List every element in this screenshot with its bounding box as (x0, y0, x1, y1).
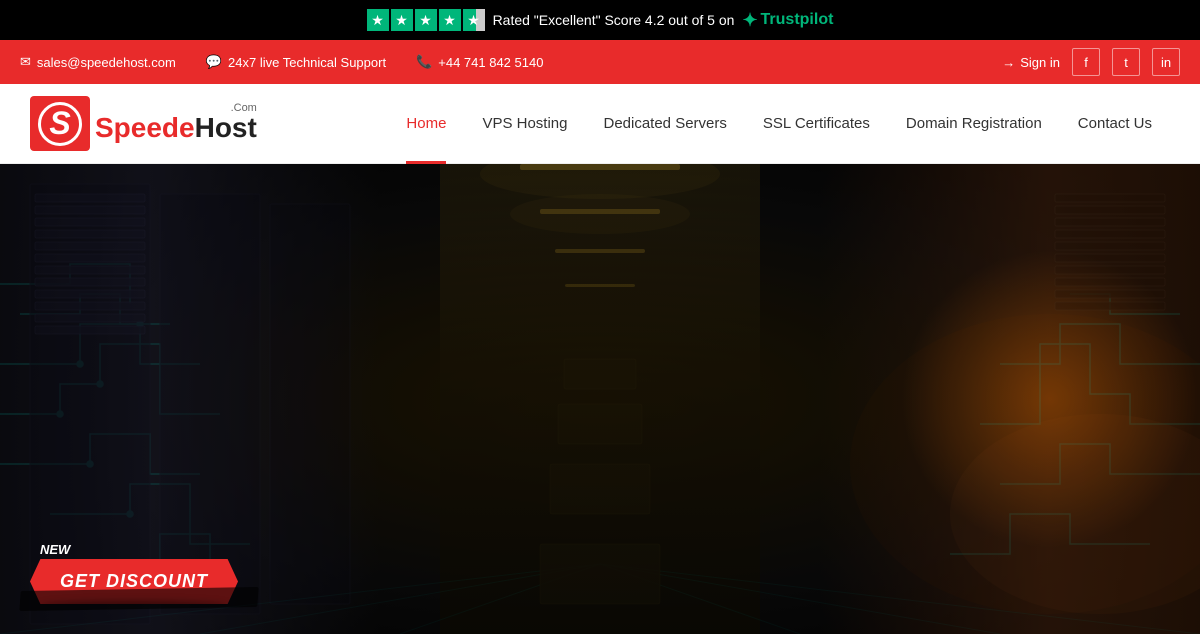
sign-in-icon: → (1002, 55, 1015, 70)
sign-in-link[interactable]: → Sign in (1002, 55, 1060, 70)
phone-number: +44 741 842 5140 (438, 55, 543, 70)
nav-dedicated-servers[interactable]: Dedicated Servers (585, 84, 744, 164)
logo-s-letter: S (38, 102, 82, 146)
nav-ssl-certificates[interactable]: SSL Certificates (745, 84, 888, 164)
new-label: NEW (40, 542, 238, 557)
discount-badge[interactable]: NEW GET DISCOUNT (30, 542, 238, 604)
contact-left: ✉ sales@speedehost.com 💬 24x7 live Techn… (20, 54, 543, 70)
star-3: ★ (415, 9, 437, 31)
star-5-half: ★ (463, 9, 485, 31)
contact-right: → Sign in f t in (1002, 48, 1180, 76)
twitter-icon[interactable]: t (1112, 48, 1140, 76)
logo-text: .Com SpeedeHost (95, 105, 257, 142)
trustpilot-icon: ✦ (742, 10, 757, 31)
nav-home[interactable]: Home (388, 84, 464, 164)
star-4: ★ (439, 9, 461, 31)
brush-stroke-decoration (19, 587, 258, 611)
nav-vps-hosting[interactable]: VPS Hosting (464, 84, 585, 164)
hero-section: NEW GET DISCOUNT (0, 164, 1200, 634)
logo[interactable]: S .Com SpeedeHost (30, 96, 257, 151)
star-2: ★ (391, 9, 413, 31)
rating-text: Rated "Excellent" Score 4.2 out of 5 on (493, 12, 735, 28)
instagram-icon[interactable]: in (1152, 48, 1180, 76)
support-contact: 💬 24x7 live Technical Support (206, 54, 386, 70)
nav-contact-us[interactable]: Contact Us (1060, 84, 1170, 164)
trustpilot-bar: ★ ★ ★ ★ ★ Rated "Excellent" Score 4.2 ou… (0, 0, 1200, 40)
email-contact[interactable]: ✉ sales@speedehost.com (20, 54, 176, 70)
sign-in-label: Sign in (1020, 55, 1060, 70)
phone-contact[interactable]: 📞 +44 741 842 5140 (416, 54, 543, 70)
logo-brand: SpeedeHost (95, 114, 257, 142)
rating-stars: ★ ★ ★ ★ ★ (367, 9, 485, 31)
trustpilot-logo: ✦ Trustpilot (742, 10, 833, 31)
main-nav: Home VPS Hosting Dedicated Servers SSL C… (388, 84, 1170, 164)
logo-box: S (30, 96, 90, 151)
navigation-bar: S .Com SpeedeHost Home VPS Hosting Dedic… (0, 84, 1200, 164)
email-address: sales@speedehost.com (37, 55, 176, 70)
trustpilot-name: Trustpilot (761, 11, 834, 29)
facebook-icon[interactable]: f (1072, 48, 1100, 76)
support-text: 24x7 live Technical Support (228, 55, 386, 70)
email-icon: ✉ (20, 54, 31, 70)
chat-icon: 💬 (206, 54, 222, 70)
phone-icon: 📞 (416, 54, 432, 70)
star-1: ★ (367, 9, 389, 31)
contact-bar: ✉ sales@speedehost.com 💬 24x7 live Techn… (0, 40, 1200, 84)
nav-domain-registration[interactable]: Domain Registration (888, 84, 1060, 164)
